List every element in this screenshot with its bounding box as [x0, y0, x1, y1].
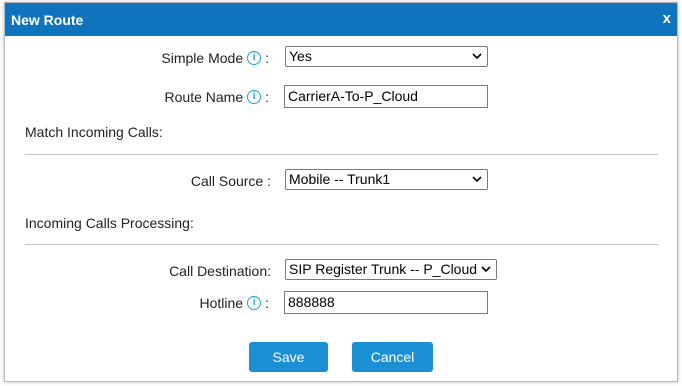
dialog-titlebar: New Route x [5, 3, 677, 36]
route-name-row: Route Name i : CarrierA-To-P_Cloud [5, 85, 677, 109]
new-route-dialog: New Route x Simple Mode i : Yes Route Na… [4, 2, 678, 382]
call-source-row: Call Source : Mobile -- Trunk1 [5, 169, 677, 193]
hotline-label-group: Hotline i : [200, 295, 269, 311]
section-divider [25, 244, 658, 245]
section-divider [25, 154, 658, 155]
call-source-value: Mobile -- Trunk1 [289, 171, 391, 187]
label-colon: : [265, 89, 269, 105]
hotline-row: Hotline i : 888888 [5, 291, 677, 315]
simple-mode-row: Simple Mode i : Yes [5, 46, 677, 70]
chevron-down-icon [481, 266, 491, 273]
incoming-calls-processing-heading: Incoming Calls Processing: [25, 215, 194, 231]
simple-mode-select[interactable]: Yes [285, 46, 488, 67]
simple-mode-value: Yes [289, 48, 312, 64]
hotline-label: Hotline [199, 295, 244, 311]
hotline-input[interactable]: 888888 [284, 291, 488, 314]
route-name-label: Route Name [164, 89, 244, 105]
chevron-down-icon [472, 53, 482, 60]
simple-mode-label-group: Simple Mode i : [161, 50, 269, 66]
close-icon[interactable]: x [663, 10, 671, 27]
info-icon[interactable]: i [247, 51, 262, 65]
label-colon: : [265, 50, 269, 66]
call-source-select[interactable]: Mobile -- Trunk1 [285, 169, 488, 190]
match-incoming-calls-heading: Match Incoming Calls: [25, 124, 163, 140]
chevron-down-icon [472, 176, 482, 183]
info-icon[interactable]: i [247, 90, 262, 104]
call-destination-value: SIP Register Trunk -- P_Cloud [289, 261, 478, 277]
route-name-input[interactable]: CarrierA-To-P_Cloud [284, 85, 488, 108]
cancel-button[interactable]: Cancel [352, 342, 433, 372]
label-colon: : [265, 295, 269, 311]
route-name-label-group: Route Name i : [165, 89, 269, 105]
call-source-label: Call Source : [190, 173, 271, 189]
call-destination-row: Call Destination: SIP Register Trunk -- … [5, 259, 677, 283]
call-destination-select[interactable]: SIP Register Trunk -- P_Cloud [285, 259, 497, 280]
dialog-title: New Route [11, 12, 84, 28]
call-destination-label: Call Destination: [169, 263, 271, 279]
simple-mode-label: Simple Mode [161, 50, 244, 66]
save-button[interactable]: Save [249, 342, 328, 372]
info-icon[interactable]: i [247, 296, 262, 310]
